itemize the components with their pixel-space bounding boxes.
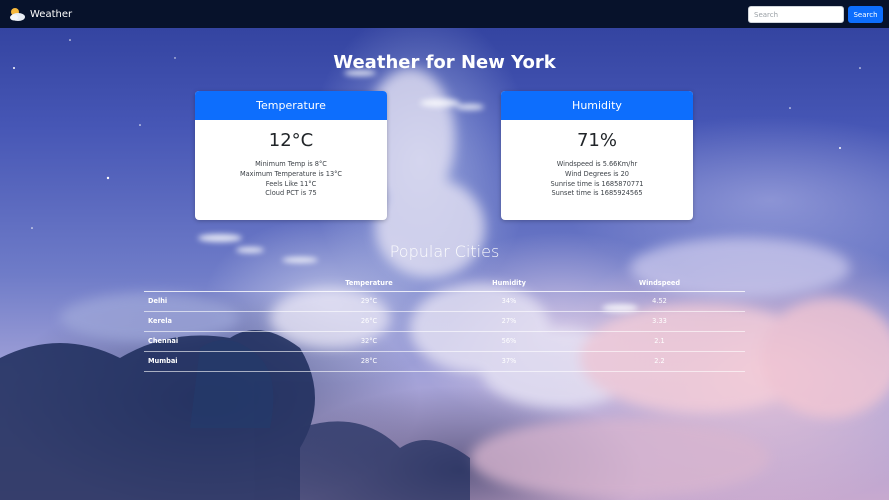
humidity-value: 71%: [576, 130, 617, 151]
popular-cities-title: Popular Cities: [389, 242, 500, 261]
city-temperature: 29°C: [294, 291, 444, 312]
table-row: Kerela 26°C 27% 3.33: [144, 311, 745, 332]
brand[interactable]: Weather: [8, 6, 72, 22]
temperature-details: Minimum Temp is 8°C Maximum Temperature …: [195, 160, 387, 199]
humidity-card: Humidity 71% Windspeed is 5.66Km/hr Wind…: [501, 91, 693, 220]
city-humidity: 27%: [444, 311, 574, 332]
max-temp-text: Maximum Temperature is 13°C: [239, 169, 343, 178]
temperature-card: Temperature 12°C Minimum Temp is 8°C Max…: [195, 91, 387, 220]
city-temperature: 26°C: [294, 311, 444, 332]
city-temperature: 32°C: [294, 331, 444, 352]
column-header-city: [144, 276, 294, 292]
sky-background: [0, 39, 889, 500]
table-header-row: Temperature Humidity Windspeed: [144, 276, 745, 292]
column-header-temperature: Temperature: [294, 276, 444, 292]
feels-like-text: Feels Like 11°C: [265, 179, 317, 188]
column-header-windspeed: Windspeed: [574, 276, 745, 292]
city-name: Delhi: [144, 291, 294, 312]
city-humidity: 37%: [444, 351, 574, 372]
city-name: Mumbai: [144, 351, 294, 372]
min-temp-text: Minimum Temp is 8°C: [255, 160, 327, 168]
search-button[interactable]: Search: [848, 6, 883, 23]
navbar: Weather Search: [0, 0, 889, 28]
city-windspeed: 4.52: [574, 291, 745, 312]
city-windspeed: 2.2: [574, 351, 745, 372]
city-humidity: 56%: [444, 331, 574, 352]
table-row: Delhi 29°C 34% 4.52: [144, 291, 745, 312]
temperature-value: 12°C: [268, 130, 314, 151]
city-temperature: 28°C: [294, 351, 444, 372]
search-form: Search: [748, 6, 883, 23]
city-name: Chennai: [144, 331, 294, 352]
city-windspeed: 3.33: [574, 311, 745, 332]
cloud-pct-text: Cloud PCT is 75: [265, 189, 317, 198]
city-name: Kerela: [144, 311, 294, 332]
page-title: Weather for New York: [333, 52, 556, 73]
sunset-text: Sunset time is 1685924565: [551, 189, 643, 198]
search-input[interactable]: [748, 6, 844, 23]
city-windspeed: 2.1: [574, 331, 745, 352]
humidity-card-header: Humidity: [501, 91, 693, 120]
popular-cities-table: Temperature Humidity Windspeed Delhi 29°…: [144, 276, 745, 372]
windspeed-text: Windspeed is 5.66Km/hr: [556, 160, 638, 168]
city-humidity: 34%: [444, 291, 574, 312]
humidity-details: Windspeed is 5.66Km/hr Wind Degrees is 2…: [501, 160, 693, 199]
table-row: Chennai 32°C 56% 2.1: [144, 331, 745, 352]
column-header-humidity: Humidity: [444, 276, 574, 292]
cloud-sun-icon: [8, 6, 26, 22]
sunrise-text: Sunrise time is 1685870771: [550, 179, 644, 188]
brand-text: Weather: [30, 8, 73, 20]
temperature-card-header: Temperature: [195, 91, 387, 120]
table-row: Mumbai 28°C 37% 2.2: [144, 351, 745, 372]
wind-degrees-text: Wind Degrees is 20: [565, 169, 629, 178]
